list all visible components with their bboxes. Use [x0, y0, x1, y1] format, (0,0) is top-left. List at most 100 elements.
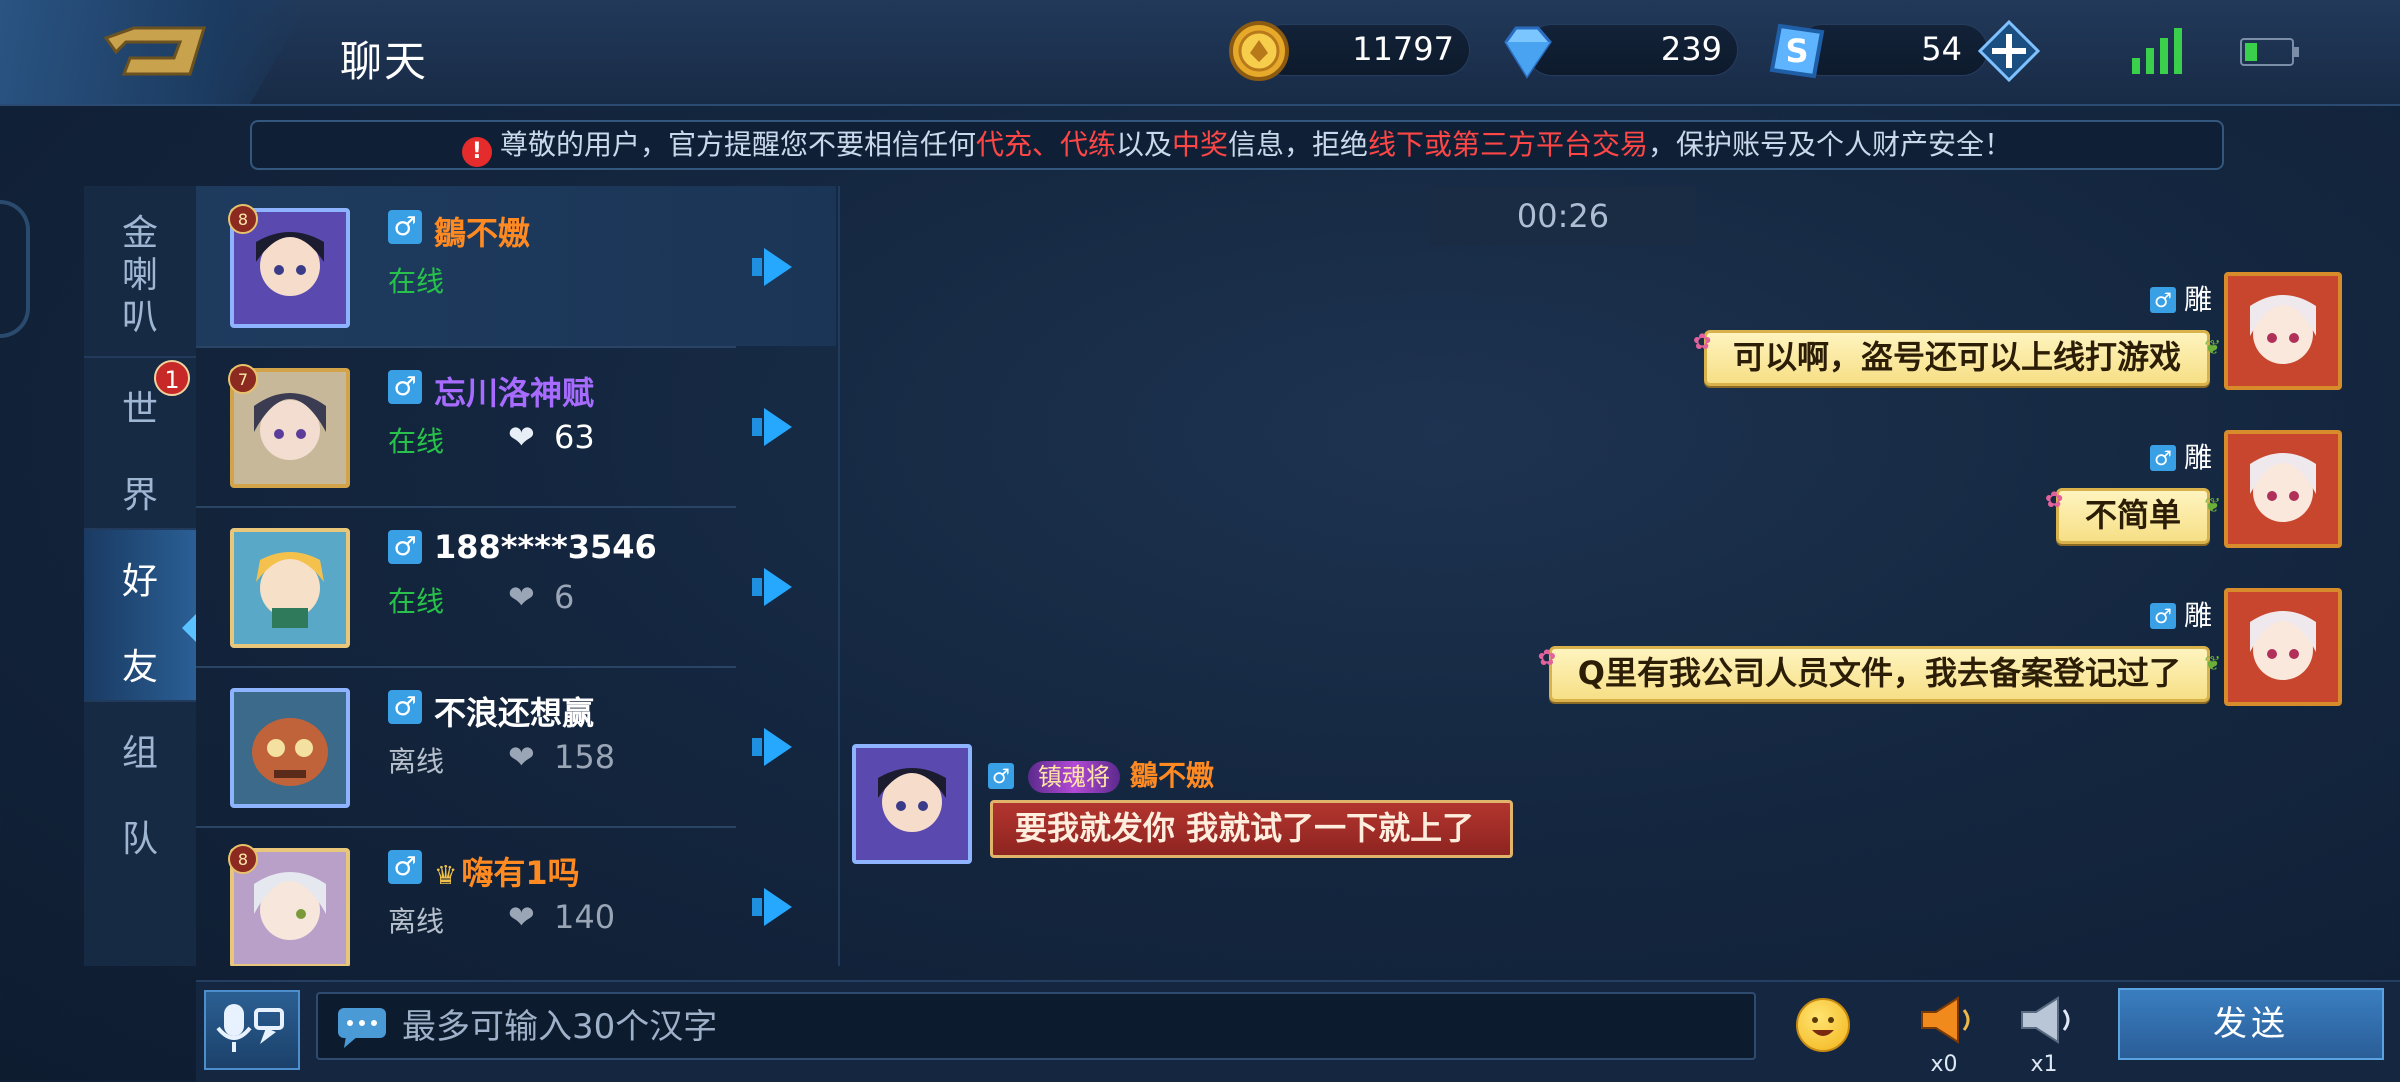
- flower-icon: ✿: [1692, 330, 1712, 355]
- microphone-icon: [216, 1004, 284, 1052]
- leaf-icon: ❦: [2204, 651, 2221, 675]
- message-text: 可以啊，盗号还可以上线打游戏: [1732, 338, 2181, 376]
- friend-list-item[interactable]: ♂ 不浪还想赢 离线 ❤ 158: [196, 666, 836, 826]
- male-icon: ♂: [2149, 287, 2176, 313]
- voice-toggle-button[interactable]: [204, 990, 300, 1070]
- large-horn-icon[interactable]: [2014, 992, 2074, 1048]
- warning-icon: !: [461, 137, 492, 167]
- chat-bubble: 要我就发你 我就试了一下就上了: [990, 800, 1514, 858]
- divider: [196, 666, 736, 668]
- chat-panel: 00:26 ♂ 雕 ✿ 可以啊，盗号还可以上线打游戏 ❦ ♂ 雕 ✿ 不简单 ❦ ♂…: [838, 186, 2360, 966]
- active-tab-indicator: [182, 614, 196, 642]
- avatar[interactable]: [2224, 430, 2342, 548]
- male-icon: ♂: [388, 850, 422, 884]
- notice-red-3: 线下或第三方平台交易: [1368, 128, 1649, 161]
- chat-bubble: ✿ Q里有我公司人员文件，我去备案登记过了 ❦: [1538, 646, 2221, 702]
- level-badge: 8: [228, 204, 258, 234]
- leaf-icon: ❦: [2204, 335, 2221, 359]
- notice-red-2: 中奖: [1171, 128, 1228, 161]
- chevron-right-icon[interactable]: [752, 244, 798, 290]
- chat-message-outgoing: ♂ 雕 ✿ 可以啊，盗号还可以上线打游戏 ❦: [1360, 272, 2360, 412]
- tab-team[interactable]: 组 队: [84, 702, 196, 874]
- friend-name: 鶵不嫐: [434, 214, 531, 252]
- back-button[interactable]: [0, 0, 300, 104]
- avatar[interactable]: [2224, 272, 2342, 390]
- intimacy-value: 63: [554, 418, 595, 456]
- avatar[interactable]: [852, 744, 972, 864]
- notice-text-2: 以及: [1115, 128, 1172, 161]
- chevron-right-icon[interactable]: [752, 724, 798, 770]
- chat-bubble-icon: [338, 1008, 386, 1048]
- sender-name: ♂ 雕: [2149, 278, 2212, 318]
- page-title: 聊天: [340, 37, 429, 86]
- message-text: Q里有我公司人员文件，我去备案登记过了: [1577, 654, 2181, 692]
- chevron-right-icon[interactable]: [752, 884, 798, 930]
- sender-name-text: 雕: [2183, 441, 2212, 474]
- avatar: [230, 528, 350, 648]
- heart-icon: ❤: [508, 418, 535, 456]
- input-bar: x0 x1 发送: [196, 980, 2400, 1082]
- male-icon: ♂: [988, 763, 1014, 789]
- message-text: 要我就发你 我就试了一下就上了: [1015, 809, 1475, 847]
- friend-list-item[interactable]: 7 ♂ 忘川洛神赋 在线 ❤ 63: [196, 346, 836, 506]
- recharge-plus-icon[interactable]: [1978, 20, 2040, 82]
- friend-list-item[interactable]: 8 ♂ ♛ 嗨有1吗 离线 ❤ 140: [196, 826, 836, 966]
- male-icon: ♂: [388, 370, 422, 404]
- notice-text-3: 信息，拒绝: [1228, 128, 1369, 161]
- diamond-counter: 239: [1496, 20, 1738, 80]
- security-notice: ! 尊敬的用户，官方提醒您不要相信任何代充、代练以及中奖信息，拒绝线下或第三方平台…: [250, 120, 2224, 170]
- large-horn-count: x1: [2030, 1052, 2058, 1077]
- diamond-icon: [1504, 26, 1552, 79]
- friend-status: 离线: [388, 905, 445, 938]
- level-badge: 7: [228, 364, 258, 394]
- gold-coin-icon: [1229, 21, 1289, 81]
- friend-name: 不浪还想赢: [434, 694, 595, 732]
- sender-name-text: 雕: [2183, 599, 2212, 632]
- chat-timestamp: 00:26: [1430, 186, 1696, 246]
- tab-label-char: 组: [121, 733, 158, 774]
- chat-message-outgoing: ♂ 雕 ✿ 不简单 ❦: [1360, 430, 2360, 570]
- message-input[interactable]: [400, 1002, 1724, 1052]
- tab-broadcast[interactable]: 金 喇 叭: [84, 186, 196, 358]
- leaf-icon: ❦: [2204, 493, 2221, 517]
- heart-icon: ❤: [508, 578, 535, 616]
- notice-red-1: 代充、代练: [975, 128, 1116, 161]
- friend-name-text: 嗨有1吗: [461, 854, 580, 892]
- friend-list-item[interactable]: ♂ 188****3546 在线 ❤ 6: [196, 506, 836, 666]
- friend-list-item[interactable]: 8 ♂ 鶵不嫐 在线: [196, 186, 836, 346]
- chat-input-box[interactable]: [316, 992, 1756, 1060]
- chat-bubble: ✿ 可以啊，盗号还可以上线打游戏 ❦: [1693, 330, 2221, 386]
- avatar: [230, 688, 350, 808]
- divider: [196, 346, 736, 348]
- chevron-right-icon[interactable]: [752, 404, 798, 450]
- tab-label-char: 叭: [121, 297, 158, 338]
- male-icon: ♂: [2149, 445, 2176, 471]
- voucher-counter: S 54: [1766, 20, 1988, 80]
- friend-status: 在线: [388, 425, 445, 458]
- send-button[interactable]: 发送: [2118, 988, 2384, 1060]
- crown-icon: ♛: [434, 861, 458, 891]
- emoji-icon[interactable]: [1796, 998, 1850, 1052]
- avatar[interactable]: [2224, 588, 2342, 706]
- diamond-value: 239: [1660, 30, 1722, 68]
- chat-message-incoming: ♂ 镇魂将 鶵不嫐 要我就发你 我就试了一下就上了: [840, 744, 1740, 884]
- divider: [196, 506, 736, 508]
- small-horn-icon[interactable]: [1914, 992, 1974, 1048]
- divider: [196, 826, 736, 828]
- friend-name: 188****3546: [434, 528, 657, 566]
- male-icon: ♂: [388, 530, 422, 564]
- heart-icon: ❤: [508, 738, 535, 776]
- chevron-right-icon[interactable]: [752, 564, 798, 610]
- back-arrow-icon: [104, 26, 207, 76]
- flower-icon: ✿: [1537, 646, 1557, 671]
- chat-message-outgoing: ♂ 雕 ✿ Q里有我公司人员文件，我去备案登记过了 ❦: [1360, 588, 2360, 728]
- title-badge: 镇魂将: [1028, 761, 1120, 793]
- male-icon: ♂: [388, 690, 422, 724]
- tab-world[interactable]: 世 界 1: [84, 358, 196, 530]
- tab-friends[interactable]: 好 友: [84, 530, 196, 702]
- sender-name: ♂ 雕: [2149, 436, 2212, 476]
- small-horn-count: x0: [1930, 1052, 1958, 1077]
- voucher-value: 54: [1921, 30, 1962, 68]
- friend-name: 忘川洛神赋: [434, 374, 595, 412]
- tab-label-char: 界: [121, 475, 158, 516]
